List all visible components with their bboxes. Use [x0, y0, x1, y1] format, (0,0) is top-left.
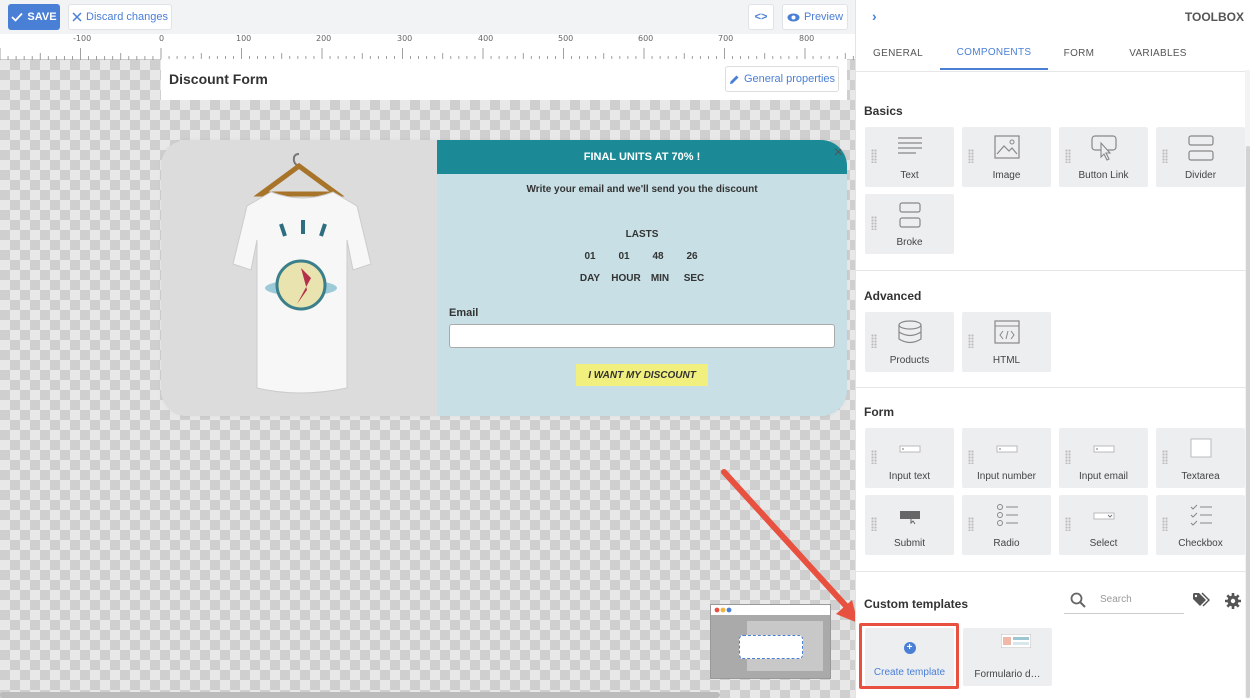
component-divider[interactable]: Divider: [1156, 127, 1245, 187]
component-image[interactable]: Image: [962, 127, 1051, 187]
component-label: Input number: [977, 471, 1036, 482]
html-icon: [993, 320, 1020, 344]
drag-handle-icon: [968, 517, 974, 531]
template-card[interactable]: Formulario d…: [963, 628, 1052, 686]
toolbox-title: TOOLBOX: [1184, 10, 1244, 24]
template-thumbnail-icon: [1001, 634, 1031, 648]
section-title-form: Form: [864, 405, 894, 419]
editor-canvas[interactable]: SAVE Discard changes <> Preview -100 0 1…: [0, 0, 855, 698]
component-textarea[interactable]: Textarea: [1156, 428, 1245, 488]
component-label: Input text: [888, 471, 931, 482]
component-break[interactable]: Broke: [865, 194, 954, 254]
component-text[interactable]: Text: [865, 127, 954, 187]
component-label: Broke: [896, 237, 923, 248]
input-text-icon: [899, 445, 920, 453]
drag-handle-icon: [1065, 517, 1071, 531]
section-title-advanced: Advanced: [864, 289, 922, 303]
tag-icon[interactable]: [1192, 592, 1210, 608]
drag-handle-icon: [871, 334, 877, 348]
break-icon: [898, 202, 921, 228]
drag-handle-icon: [968, 334, 974, 348]
section-divider: [856, 387, 1246, 388]
drag-handle-icon: [1162, 149, 1168, 163]
component-label: Select: [1089, 538, 1118, 549]
button-link-icon: [1090, 135, 1117, 161]
text-icon: [897, 137, 922, 154]
products-icon: [897, 320, 922, 344]
drag-handle-icon: [1065, 450, 1071, 464]
annotation-arrow: [721, 469, 855, 622]
tab-divider: [856, 71, 1246, 72]
component-products[interactable]: Products: [865, 312, 954, 372]
component-input-text[interactable]: Input text: [865, 428, 954, 488]
drag-handle-icon: [871, 149, 877, 163]
image-icon: [993, 135, 1020, 159]
template-search-input[interactable]: [1100, 594, 1180, 605]
radio-icon: [996, 504, 1018, 526]
component-label: Text: [900, 170, 919, 181]
section-divider: [856, 270, 1246, 271]
component-label: Image: [992, 170, 1021, 181]
tab-general[interactable]: GENERAL: [866, 36, 930, 70]
component-select[interactable]: Select: [1059, 495, 1148, 555]
tab-variables[interactable]: VARIABLES: [1118, 36, 1198, 70]
search-icon: [1070, 592, 1086, 608]
submit-icon: [899, 511, 920, 525]
textarea-icon: [1190, 438, 1211, 458]
component-label: Input email: [1079, 471, 1128, 482]
component-label: Button Link: [1078, 170, 1129, 181]
component-label: Textarea: [1181, 471, 1220, 482]
component-input-number[interactable]: Input number: [962, 428, 1051, 488]
component-input-email[interactable]: Input email: [1059, 428, 1148, 488]
component-checkbox[interactable]: Checkbox: [1156, 495, 1245, 555]
component-radio[interactable]: Radio: [962, 495, 1051, 555]
component-label: Radio: [993, 538, 1020, 549]
template-label: Formulario d…: [974, 669, 1041, 680]
divider-icon: [1187, 135, 1214, 161]
drag-handle-icon: [1065, 149, 1071, 163]
component-label: Submit: [893, 538, 926, 549]
input-number-icon: [996, 445, 1017, 453]
drag-handle-icon: [968, 149, 974, 163]
drag-handle-icon: [871, 450, 877, 464]
component-button-link[interactable]: Button Link: [1059, 127, 1148, 187]
section-title-custom-templates: Custom templates: [864, 597, 969, 611]
drag-handle-icon: [1162, 450, 1168, 464]
drag-handle-icon: [871, 216, 877, 230]
drag-handle-icon: [968, 450, 974, 464]
toolbox-panel: › TOOLBOX GENERAL COMPONENTS FORM VARIAB…: [855, 0, 1250, 698]
drag-handle-icon: [871, 517, 877, 531]
component-label: Checkbox: [1178, 538, 1223, 549]
drag-handle-icon: [1162, 517, 1168, 531]
checkbox-icon: [1190, 504, 1212, 526]
tab-components[interactable]: COMPONENTS: [940, 36, 1048, 70]
component-label: HTML: [992, 355, 1021, 366]
component-label: Divider: [1184, 170, 1217, 181]
panel-scrollbar-thumb[interactable]: [1246, 146, 1250, 698]
component-label: Products: [889, 355, 930, 366]
gear-icon[interactable]: [1224, 592, 1242, 610]
collapse-panel-icon[interactable]: ›: [872, 8, 877, 24]
select-icon: [1093, 512, 1114, 520]
section-title-basics: Basics: [864, 104, 903, 118]
tab-form[interactable]: FORM: [1056, 36, 1102, 70]
highlight-box: [859, 623, 959, 689]
section-divider: [856, 571, 1246, 572]
component-html[interactable]: HTML: [962, 312, 1051, 372]
component-submit[interactable]: Submit: [865, 495, 954, 555]
input-email-icon: [1093, 445, 1114, 453]
template-search[interactable]: [1064, 590, 1184, 614]
